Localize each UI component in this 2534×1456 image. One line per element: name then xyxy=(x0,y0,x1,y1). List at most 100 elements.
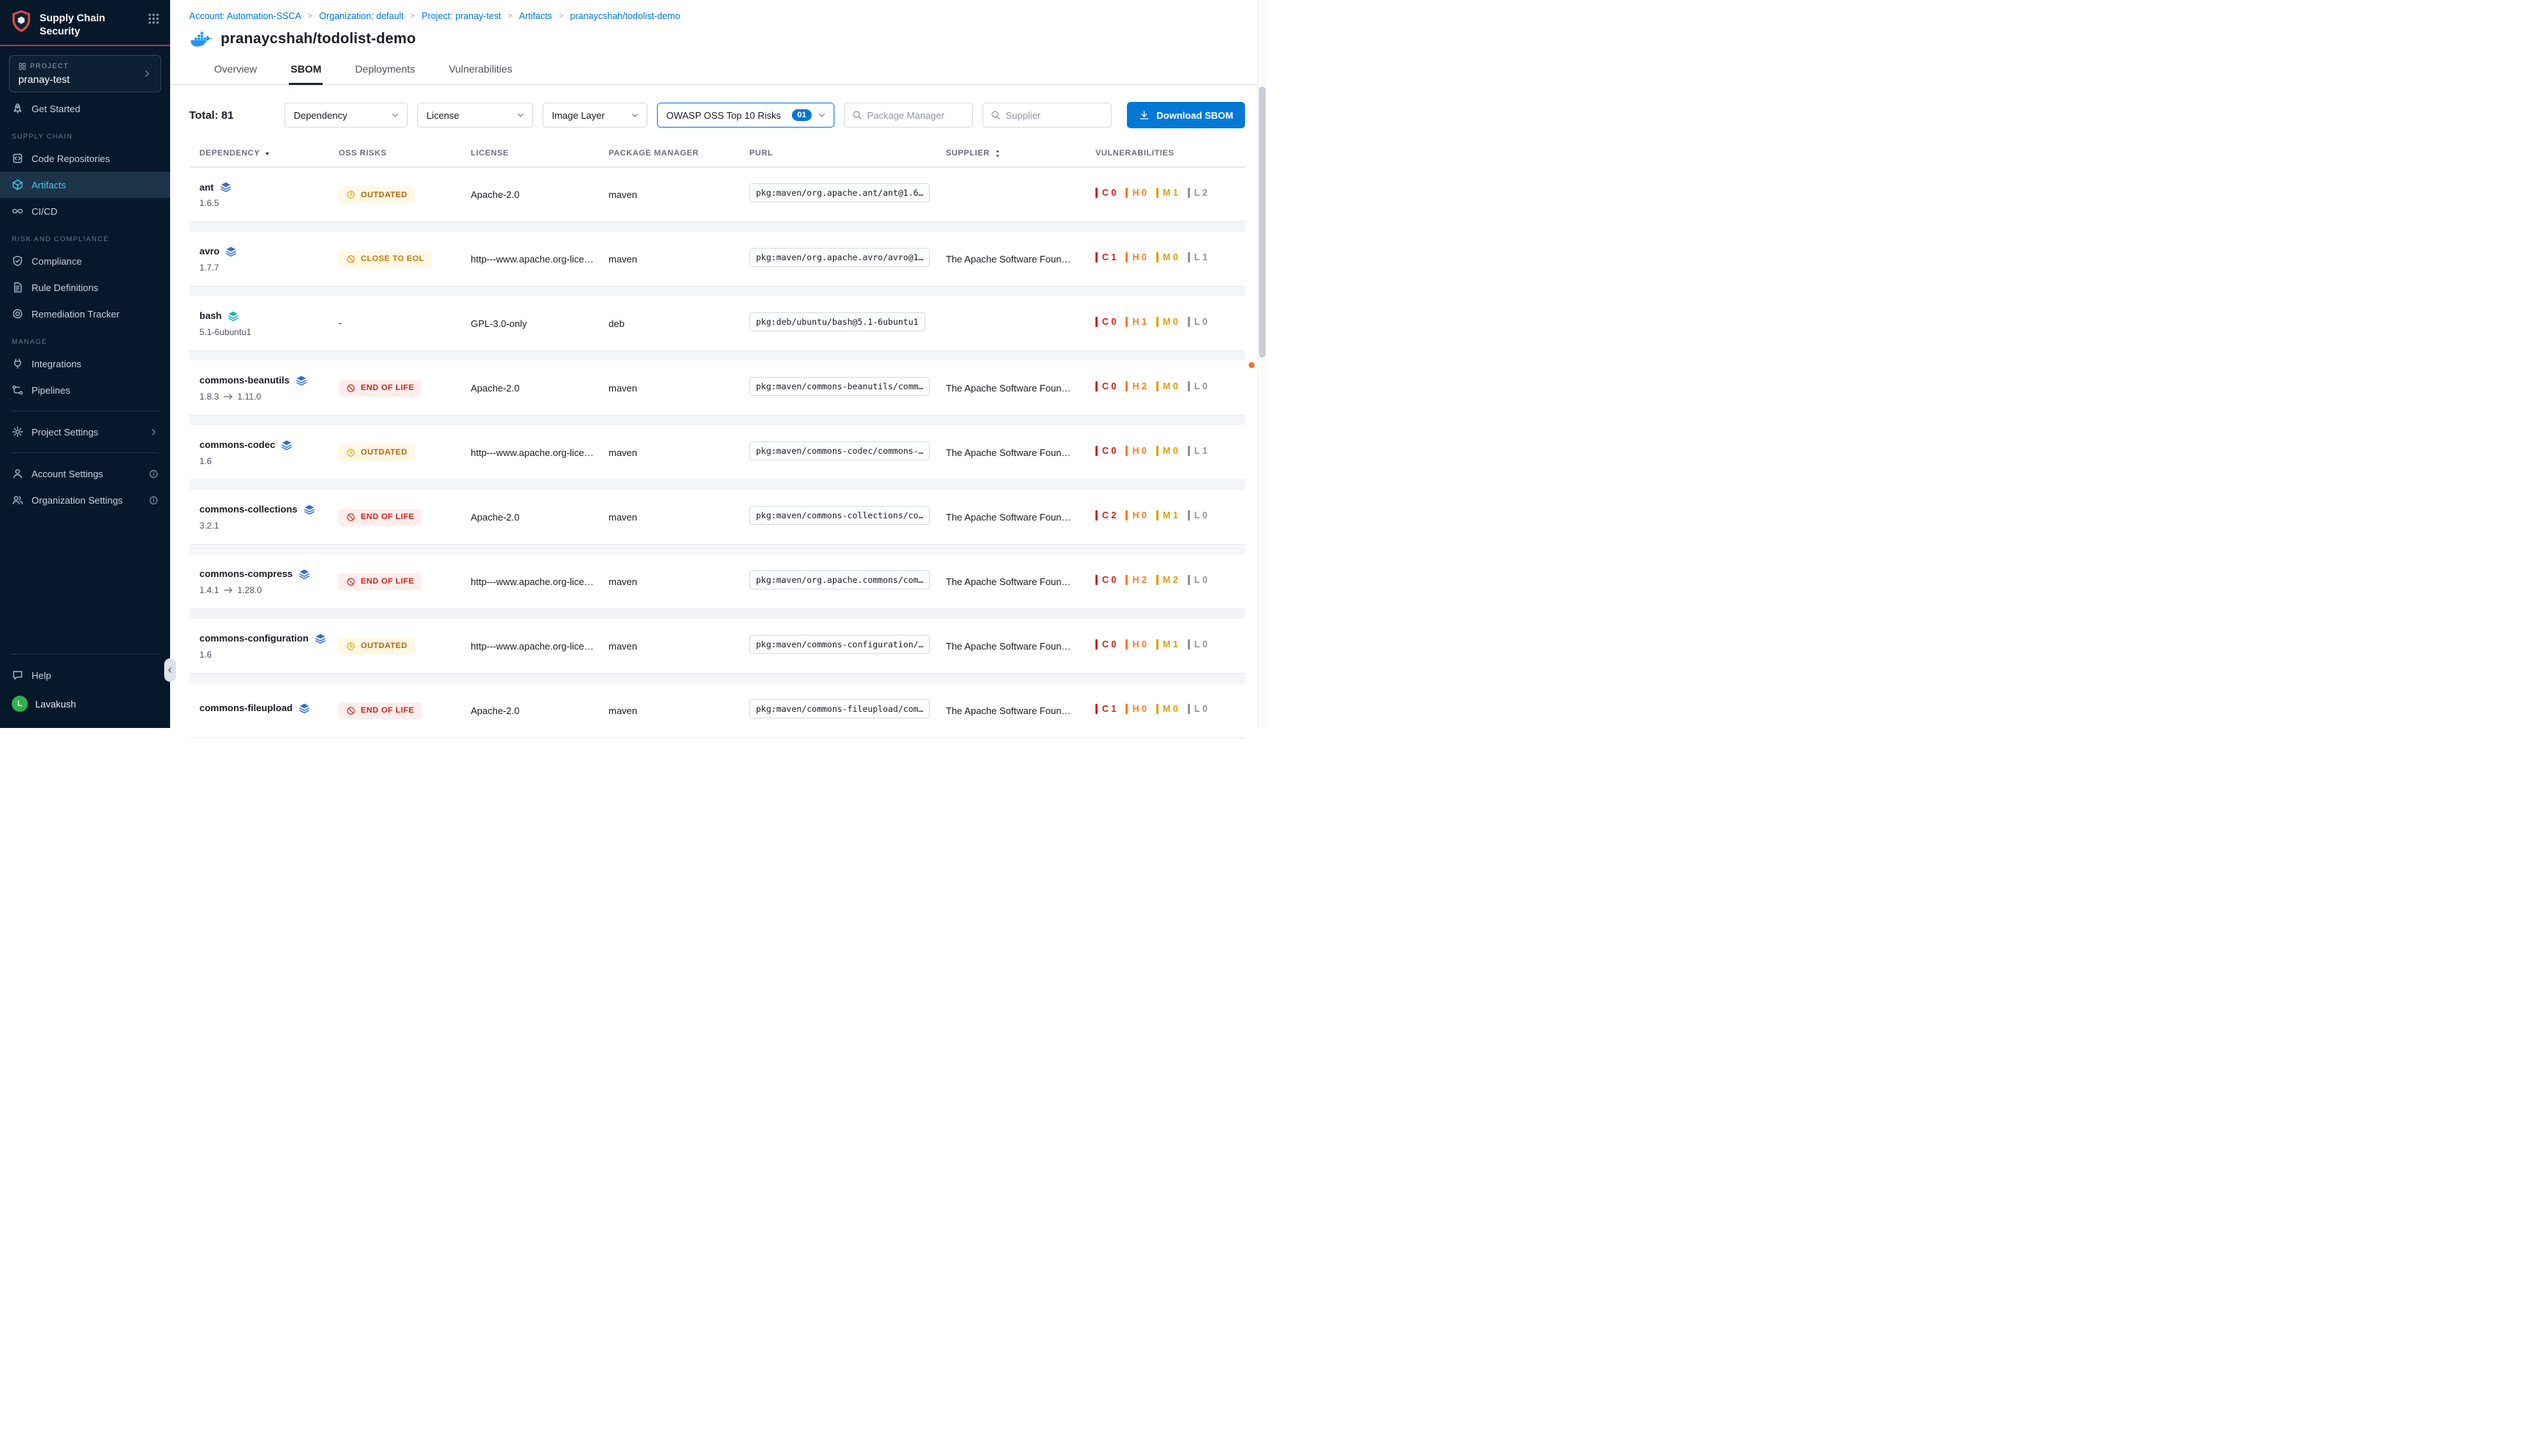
dependency-version: 1.8.31.11.0 xyxy=(199,391,339,402)
table-row[interactable]: commons-configuration 1.6 OUTDATED http-… xyxy=(189,619,1245,674)
sidebar-item-get-started[interactable]: Get Started xyxy=(0,95,170,122)
sidebar-item-integrations[interactable]: Integrations xyxy=(0,350,170,377)
scrollbar-thumb[interactable] xyxy=(1259,87,1266,358)
license-cell: http---www.apache.org-lice… xyxy=(471,254,609,265)
purl-value[interactable]: pkg:maven/org.apache.commons/com… xyxy=(749,570,930,589)
rules-icon xyxy=(12,282,23,293)
table-row[interactable]: commons-collections 3.2.1 END OF LIFE Ap… xyxy=(189,490,1245,545)
filter-image-layer[interactable]: Image Layer xyxy=(543,103,647,128)
sidebar-item-compliance[interactable]: Compliance xyxy=(0,248,170,274)
dependency-version: 1.6 xyxy=(199,650,339,660)
info-icon xyxy=(149,496,158,505)
module-switcher-icon[interactable] xyxy=(147,12,160,25)
license-cell: GPL-3.0-only xyxy=(471,318,609,329)
oss-risk-cell: OUTDATED xyxy=(339,638,471,655)
vuln-bar-critical xyxy=(1095,510,1098,521)
vulnerabilities-cell: C 0H 1M 0L 0 xyxy=(1095,317,1245,331)
clock-icon xyxy=(346,190,356,199)
sidebar-item-code-repositories[interactable]: Code Repositories xyxy=(0,145,170,172)
breadcrumb-link[interactable]: Project: pranay-test xyxy=(422,11,501,21)
vuln-bar-medium xyxy=(1156,704,1158,714)
column-header-license[interactable]: LICENSE xyxy=(471,149,609,158)
sidebar-item-project-settings[interactable]: Project Settings xyxy=(0,419,170,445)
sidebar-item-remediation-tracker[interactable]: Remediation Tracker xyxy=(0,301,170,327)
breadcrumb-separator: > xyxy=(411,12,415,21)
search-icon xyxy=(991,110,1001,120)
table-row[interactable]: bash 5.1-6ubuntu1 - GPL-3.0-only deb pkg… xyxy=(189,296,1245,351)
table-row[interactable]: commons-compress 1.4.11.28.0 END OF LIFE… xyxy=(189,554,1245,609)
purl-value[interactable]: pkg:deb/ubuntu/bash@5.1-6ubuntu1 xyxy=(749,312,925,331)
sidebar-item-artifacts[interactable]: Artifacts xyxy=(0,172,170,198)
oss-risk-label: END OF LIFE xyxy=(361,383,414,392)
sidebar-item-help[interactable]: Help xyxy=(0,662,170,688)
oss-risk-none: - xyxy=(339,317,342,328)
purl-value[interactable]: pkg:maven/org.apache.ant/ant@1.6… xyxy=(749,183,930,202)
package-manager-cell: maven xyxy=(609,189,749,200)
supplier-search-input[interactable] xyxy=(1006,110,1103,121)
download-sbom-button[interactable]: Download SBOM xyxy=(1127,102,1245,128)
project-label-row: PROJECT xyxy=(18,62,142,70)
breadcrumb-link[interactable]: Organization: default xyxy=(319,11,403,21)
sidebar-item-rule-definitions[interactable]: Rule Definitions xyxy=(0,274,170,301)
table-row[interactable]: commons-codec 1.6 OUTDATED http---www.ap… xyxy=(189,425,1245,480)
purl-value[interactable]: pkg:maven/org.apache.avro/avro@1… xyxy=(749,248,930,267)
vuln-bar-low xyxy=(1188,510,1190,521)
table-row[interactable]: avro 1.7.7 CLOSE TO EOL http---www.apach… xyxy=(189,232,1245,287)
breadcrumb-link[interactable]: Artifacts xyxy=(519,11,552,21)
package-manager-search-input[interactable] xyxy=(867,110,965,121)
compliance-icon xyxy=(12,255,23,267)
oss-risk-cell: END OF LIFE xyxy=(339,509,471,526)
purl-value[interactable]: pkg:maven/commons-collections/co… xyxy=(749,506,930,525)
tab-overview[interactable]: Overview xyxy=(213,55,258,84)
breadcrumb-link[interactable]: Account: Automation-SSCA xyxy=(189,11,301,21)
column-header-oss-risks[interactable]: OSS RISKS xyxy=(339,149,471,158)
table-row[interactable]: ant 1.6.5 OUTDATED Apache-2.0 maven pkg:… xyxy=(189,167,1245,222)
oss-risk-label: CLOSE TO EOL xyxy=(361,254,425,263)
purl-value[interactable]: pkg:maven/commons-fileupload/com… xyxy=(749,699,930,718)
column-header-package-manager[interactable]: PACKAGE MANAGER xyxy=(609,149,749,158)
column-label: PACKAGE MANAGER xyxy=(609,149,699,158)
sidebar-divider xyxy=(12,654,158,655)
vuln-count-medium: M 1 xyxy=(1156,188,1178,198)
column-header-purl[interactable]: PURL xyxy=(749,149,946,158)
package-manager-search[interactable] xyxy=(844,103,973,128)
sidebar-item-organization-settings[interactable]: Organization Settings xyxy=(0,487,170,513)
sidebar-item-account-settings[interactable]: Account Settings xyxy=(0,460,170,487)
supplier-cell: The Apache Software Foun… xyxy=(946,447,1095,458)
layers-icon xyxy=(225,246,237,257)
filter-license[interactable]: License xyxy=(417,103,533,128)
sidebar-item-pipelines[interactable]: Pipelines xyxy=(0,377,170,403)
project-selector[interactable]: PROJECT pranay-test xyxy=(9,55,161,92)
purl-value[interactable]: pkg:maven/commons-codec/commons-… xyxy=(749,441,930,460)
download-icon xyxy=(1139,110,1150,121)
pipelines-icon xyxy=(12,384,23,396)
column-header-vulnerabilities[interactable]: VULNERABILITIES xyxy=(1095,149,1245,158)
column-header-dependency[interactable]: DEPENDENCY xyxy=(199,149,339,158)
sidebar-item-label: Project Settings xyxy=(32,427,98,438)
breadcrumb-link[interactable]: pranaycshah/todolist-demo xyxy=(570,11,680,21)
info-icon xyxy=(149,469,158,479)
vuln-bar-high xyxy=(1125,446,1128,456)
filter-owasp-oss-top-10-risks[interactable]: OWASP OSS Top 10 Risks01 xyxy=(657,103,834,128)
license-cell: Apache-2.0 xyxy=(471,705,609,716)
tab-sbom[interactable]: SBOM xyxy=(289,55,323,84)
tab-vulnerabilities[interactable]: Vulnerabilities xyxy=(447,55,514,84)
license-cell: Apache-2.0 xyxy=(471,383,609,394)
dependency-version: 1.6.5 xyxy=(199,198,339,208)
purl-value[interactable]: pkg:maven/commons-configuration/… xyxy=(749,635,930,654)
sidebar-collapse-handle[interactable] xyxy=(164,658,176,682)
tab-deployments[interactable]: Deployments xyxy=(353,55,416,84)
supplier-search[interactable] xyxy=(983,103,1112,128)
vuln-count-low: L 0 xyxy=(1188,510,1208,521)
user-menu[interactable]: L Lavakush xyxy=(0,688,170,719)
vuln-bar-low xyxy=(1188,446,1190,456)
table-row[interactable]: commons-fileupload END OF LIFE Apache-2.… xyxy=(189,683,1245,738)
license-cell: Apache-2.0 xyxy=(471,512,609,523)
vuln-count-critical: C 1 xyxy=(1095,704,1116,714)
filter-dependency[interactable]: Dependency xyxy=(284,103,408,128)
sidebar-item-ci-cd[interactable]: CI/CD xyxy=(0,198,170,224)
vuln-bar-critical xyxy=(1095,704,1098,714)
table-row[interactable]: commons-beanutils 1.8.31.11.0 END OF LIF… xyxy=(189,361,1245,416)
column-header-supplier[interactable]: SUPPLIER xyxy=(946,149,1095,158)
purl-value[interactable]: pkg:maven/commons-beanutils/comm… xyxy=(749,377,930,396)
